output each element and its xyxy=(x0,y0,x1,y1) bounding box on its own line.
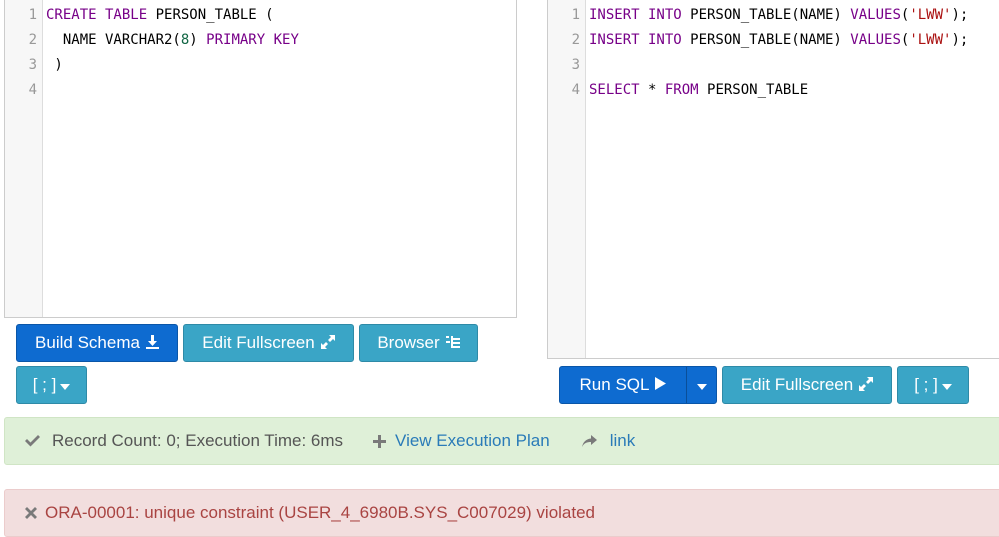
line-number: 2 xyxy=(28,32,37,48)
caret-down-icon xyxy=(696,375,707,395)
query-delimiter-dropdown[interactable]: [ ; ] xyxy=(897,366,969,404)
caret-down-icon xyxy=(60,378,71,393)
expand-icon xyxy=(859,376,874,394)
code-token: 'LWW' xyxy=(909,7,952,23)
build-schema-button[interactable]: Build Schema xyxy=(16,324,178,362)
code-line[interactable]: 3 ) xyxy=(5,53,516,78)
code-token: CREATE TABLE xyxy=(46,7,148,23)
code-token: ); xyxy=(951,7,969,23)
run-sql-label: Run SQL xyxy=(579,375,650,394)
code-token: SELECT xyxy=(589,82,640,98)
query-edit-fullscreen-button[interactable]: Edit Fullscreen xyxy=(722,366,892,404)
code-text: ) xyxy=(41,53,63,78)
error-alert: ORA-00001: unique constraint (USER_4_698… xyxy=(4,489,999,537)
close-icon xyxy=(25,507,37,519)
code-token: PRIMARY KEY xyxy=(206,32,299,48)
query-editor-lines[interactable]: 1 INSERT INTO PERSON_TABLE(NAME) VALUES('… xyxy=(548,3,999,103)
browser-button[interactable]: Browser xyxy=(359,324,478,362)
schema-editor[interactable]: 1 CREATE TABLE PERSON_TABLE (2 NAME VARCH… xyxy=(4,0,517,318)
code-line[interactable]: 4 SELECT * FROM PERSON_TABLE xyxy=(548,78,999,103)
code-token: PERSON_TABLE(NAME) xyxy=(681,32,851,48)
schema-delimiter-label: [ ; ] xyxy=(32,375,57,394)
code-text: INSERT INTO PERSON_TABLE(NAME) VALUES('L… xyxy=(584,28,968,53)
expand-icon xyxy=(320,334,335,352)
check-icon xyxy=(25,435,43,447)
code-line[interactable]: 2 INSERT INTO PERSON_TABLE(NAME) VALUES('… xyxy=(548,28,999,53)
query-editor[interactable]: 1 INSERT INTO PERSON_TABLE(NAME) VALUES('… xyxy=(547,0,999,359)
schema-edit-fullscreen-button[interactable]: Edit Fullscreen xyxy=(183,324,354,362)
build-schema-label: Build Schema xyxy=(35,333,140,352)
code-token: VALUES xyxy=(850,32,901,48)
line-number: 1 xyxy=(28,7,37,23)
error-message: ORA-00001: unique constraint (USER_4_698… xyxy=(45,503,596,522)
code-text: INSERT INTO PERSON_TABLE(NAME) VALUES('L… xyxy=(584,3,968,28)
line-number: 1 xyxy=(571,7,580,23)
code-token: VALUES xyxy=(850,7,901,23)
code-token: * xyxy=(639,82,665,98)
view-execution-plan-link[interactable]: View Execution Plan xyxy=(395,431,550,451)
code-token: FROM xyxy=(664,82,699,98)
code-line[interactable]: 4 xyxy=(5,78,516,103)
schema-editor-lines[interactable]: 1 CREATE TABLE PERSON_TABLE (2 NAME VARCH… xyxy=(5,3,516,103)
code-token: PERSON_TABLE xyxy=(698,82,809,98)
code-token: INSERT INTO xyxy=(589,32,682,48)
line-number: 3 xyxy=(28,57,37,73)
play-icon xyxy=(655,377,667,393)
query-edit-fullscreen-label: Edit Fullscreen xyxy=(740,375,854,394)
permalink-link[interactable]: link xyxy=(610,431,636,451)
code-text: CREATE TABLE PERSON_TABLE ( xyxy=(41,3,274,28)
result-summary-alert: Record Count: 0; Execution Time: 6ms Vie… xyxy=(4,417,999,465)
run-sql-button[interactable]: Run SQL xyxy=(560,367,686,403)
schema-delimiter-dropdown[interactable]: [ ; ] xyxy=(16,366,87,404)
code-token: 'LWW' xyxy=(909,32,952,48)
line-number: 4 xyxy=(28,82,37,98)
result-summary-text: Record Count: 0; Execution Time: 6ms xyxy=(52,431,344,450)
schema-edit-fullscreen-label: Edit Fullscreen xyxy=(202,333,315,352)
code-token: NAME VARCHAR2( xyxy=(46,32,181,48)
code-line[interactable]: 2 NAME VARCHAR2(8) PRIMARY KEY xyxy=(5,28,516,53)
code-line[interactable]: 1 INSERT INTO PERSON_TABLE(NAME) VALUES('… xyxy=(548,3,999,28)
download-icon xyxy=(145,334,159,352)
code-token: ) xyxy=(189,32,207,48)
code-text: NAME VARCHAR2(8) PRIMARY KEY xyxy=(41,28,299,53)
code-text: SELECT * FROM PERSON_TABLE xyxy=(584,78,808,103)
code-token: ); xyxy=(951,32,969,48)
code-token: INSERT INTO xyxy=(589,7,682,23)
code-line[interactable]: 3 xyxy=(548,53,999,78)
code-token: PERSON_TABLE(NAME) xyxy=(681,7,851,23)
line-number: 4 xyxy=(571,82,580,98)
line-number: 2 xyxy=(571,32,580,48)
code-line[interactable]: 1 CREATE TABLE PERSON_TABLE ( xyxy=(5,3,516,28)
query-delimiter-label: [ ; ] xyxy=(914,375,938,394)
browser-label: Browser xyxy=(377,333,440,352)
list-tree-icon xyxy=(445,335,460,352)
code-token: PERSON_TABLE ( xyxy=(147,7,274,23)
run-sql-button-group: Run SQL xyxy=(559,366,717,404)
plus-icon xyxy=(373,434,387,448)
code-token: ) xyxy=(46,57,63,73)
share-icon xyxy=(581,435,597,447)
run-sql-options-toggle[interactable] xyxy=(687,367,716,403)
line-number: 3 xyxy=(571,57,580,73)
caret-down-icon xyxy=(941,378,952,393)
